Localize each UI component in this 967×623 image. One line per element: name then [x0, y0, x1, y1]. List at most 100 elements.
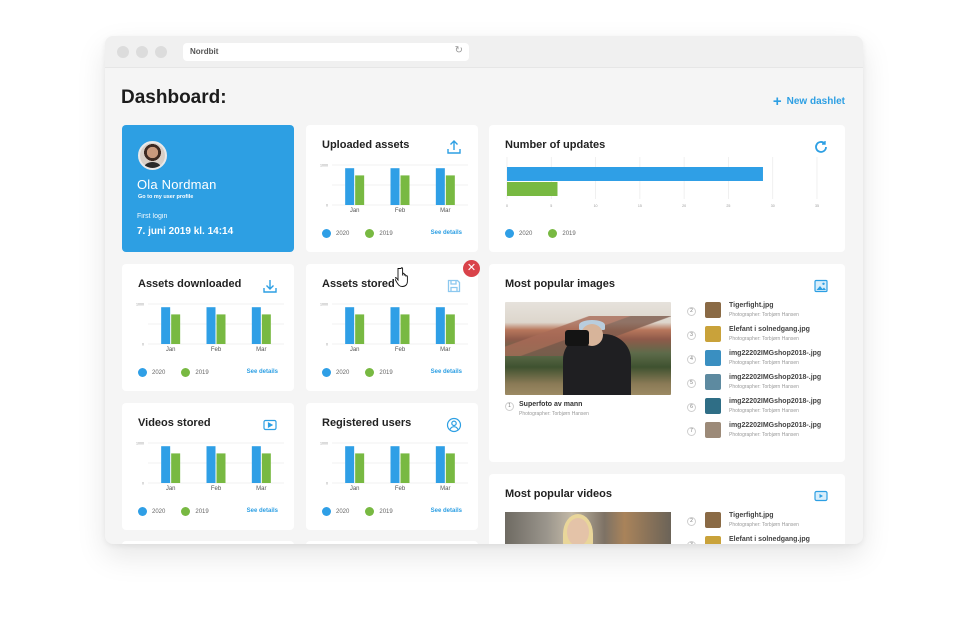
x-tick-label: 10 [594, 204, 598, 208]
see-details-link[interactable]: See details [431, 508, 462, 514]
see-details-link[interactable]: See details [431, 369, 462, 375]
dashlet-uploaded-assets: Uploaded assets 1000 0 Jan Feb Mar 2020 2019… [306, 125, 478, 252]
bar-2020-feb [206, 307, 216, 344]
dashlet-title: Registered users [322, 417, 412, 429]
avatar[interactable] [138, 141, 167, 170]
thumbnail [705, 326, 721, 342]
rank-badge: 1 [505, 402, 514, 411]
featured-video[interactable] [505, 512, 671, 544]
user-name: Ola Nordman [137, 177, 217, 192]
popular-images-list: 2 Tigerfight.jpg Photographer: Torbjørn Ha… [687, 302, 837, 446]
list-item[interactable]: 2 Tigerfight.jpg Photographer: Torbjørn Ha… [687, 512, 837, 536]
x-tick-label: Feb [395, 347, 406, 353]
featured-photographer: Photographer: Torbjørn Hansen [519, 411, 589, 417]
list-item[interactable]: 5 img22202IMGshop2018-.jpg Photographer: T… [687, 374, 837, 398]
x-tick-label: Jan [166, 347, 176, 353]
rank-badge: 3 [687, 331, 696, 340]
bar-2020-jan [161, 307, 171, 344]
user-profile-link[interactable]: Go to my user profile [138, 194, 193, 200]
download-icon[interactable] [262, 278, 278, 294]
dashlet-title: Most popular videos [505, 488, 612, 500]
y-tick-label: 0 [326, 204, 328, 208]
legend-label-2019: 2019 [195, 369, 209, 376]
remove-dashlet-button[interactable]: ✕ [463, 260, 480, 277]
x-tick-label: Feb [395, 486, 406, 492]
bar-2019-feb [216, 314, 226, 344]
rank-badge: 5 [687, 379, 696, 388]
bar-2020-jan [345, 168, 355, 205]
dashlet-partial [306, 541, 478, 544]
list-item[interactable]: 4 img22202IMGshop2018-.jpg Photographer: T… [687, 350, 837, 374]
item-title: Elefant i solnedgang.jpg [729, 326, 810, 333]
bar-2019-jan [355, 314, 365, 344]
bar-2020-mar [251, 446, 261, 483]
hand-cursor-icon [395, 267, 408, 287]
x-tick-label: 35 [815, 204, 819, 208]
featured-image[interactable] [505, 302, 671, 395]
page-title: Dashboard: [121, 87, 227, 108]
item-title: img22202IMGshop2018-.jpg [729, 350, 822, 357]
legend-swatch-2019 [365, 229, 375, 238]
window-maximize-dot[interactable] [155, 46, 167, 58]
x-tick-label: 0 [506, 204, 508, 208]
x-tick-label: Jan [350, 208, 360, 214]
list-item[interactable]: 3Elefant i solnedgang.jpgPhotographer: T… [687, 326, 837, 350]
bar-2019-mar [261, 453, 271, 483]
y-tick-label: 1000 [320, 442, 328, 446]
window-minimize-dot[interactable] [136, 46, 148, 58]
save-icon[interactable] [446, 278, 462, 294]
legend-swatch-2020 [505, 229, 514, 238]
bar-chart: 1000 0 Jan Feb Mar [136, 303, 284, 353]
dashlet-most-popular-videos: Most popular videos 2 Tigerfight.jpg Photo… [489, 474, 845, 544]
x-tick-label: 25 [726, 204, 730, 208]
bar-2019-jan [355, 175, 365, 205]
bar-2020-mar [435, 307, 445, 344]
y-tick-label: 1000 [136, 442, 144, 446]
list-item[interactable]: 6 img22202IMGshop2018-.jpg Photographer: T… [687, 398, 837, 422]
rank-badge: 2 [687, 307, 696, 316]
bar-2020-jan [345, 307, 355, 344]
user-icon[interactable] [446, 417, 462, 433]
dashlet-assets-downloaded: Assets downloaded 1000 0 Jan Feb Mar 2020 20… [122, 264, 294, 391]
item-title: img22202IMGshop2018-.jpg [729, 398, 822, 405]
item-photographer: Photographer: Torbjørn Hansen [729, 432, 799, 438]
bar-2020-jan [161, 446, 171, 483]
bar-2019-jan [355, 453, 365, 483]
address-bar[interactable]: Nordbit ↻ [183, 43, 469, 61]
new-dashlet-button[interactable]: + New dashlet [773, 93, 845, 110]
list-item[interactable]: 3Elefant i solnedgang.jpgPhotographer: T… [687, 536, 837, 544]
x-tick-label: Mar [440, 486, 450, 492]
legend-label-2020: 2020 [152, 508, 166, 515]
legend-label-2019: 2019 [379, 369, 393, 376]
thumbnail [705, 422, 721, 438]
video-icon[interactable] [262, 417, 278, 433]
dashlet-partial [122, 541, 294, 544]
video-icon[interactable] [813, 488, 829, 504]
item-photographer: Photographer: Torbjørn Hansen [729, 312, 799, 318]
list-item[interactable]: 7 img22202IMGshop2018-.jpg Photographer: T… [687, 422, 837, 446]
rank-badge: 3 [687, 541, 696, 544]
x-tick-label: 20 [682, 204, 686, 208]
dashlet-title: Most popular images [505, 278, 616, 290]
legend-label-2020: 2020 [336, 508, 350, 515]
image-icon[interactable] [813, 278, 829, 294]
dashlet-videos-stored: Videos stored 1000 0 Jan Feb Mar 2020 2019 S… [122, 403, 294, 530]
refresh-icon[interactable] [813, 139, 829, 155]
upload-icon[interactable] [446, 139, 462, 155]
rank-badge: 2 [687, 517, 696, 526]
bar-2020-feb [390, 307, 400, 344]
dashlet-title: Uploaded assets [322, 139, 410, 151]
bar-chart: 1000 0 Jan Feb Mar [320, 442, 468, 492]
reload-icon[interactable]: ↻ [455, 46, 463, 56]
item-photographer: Photographer: Torbjørn Hansen [729, 522, 799, 528]
window-close-dot[interactable] [117, 46, 129, 58]
see-details-link[interactable]: See details [431, 230, 462, 236]
bar-2019-jan [171, 453, 181, 483]
list-item[interactable]: 2 Tigerfight.jpg Photographer: Torbjørn Ha… [687, 302, 837, 326]
see-details-link[interactable]: See details [247, 369, 278, 375]
legend-label-2019: 2019 [379, 508, 393, 515]
bar-2020-mar [435, 168, 445, 205]
bar-chart: 1000 0 Jan Feb Mar [320, 303, 468, 353]
thumbnail [705, 398, 721, 414]
see-details-link[interactable]: See details [247, 508, 278, 514]
